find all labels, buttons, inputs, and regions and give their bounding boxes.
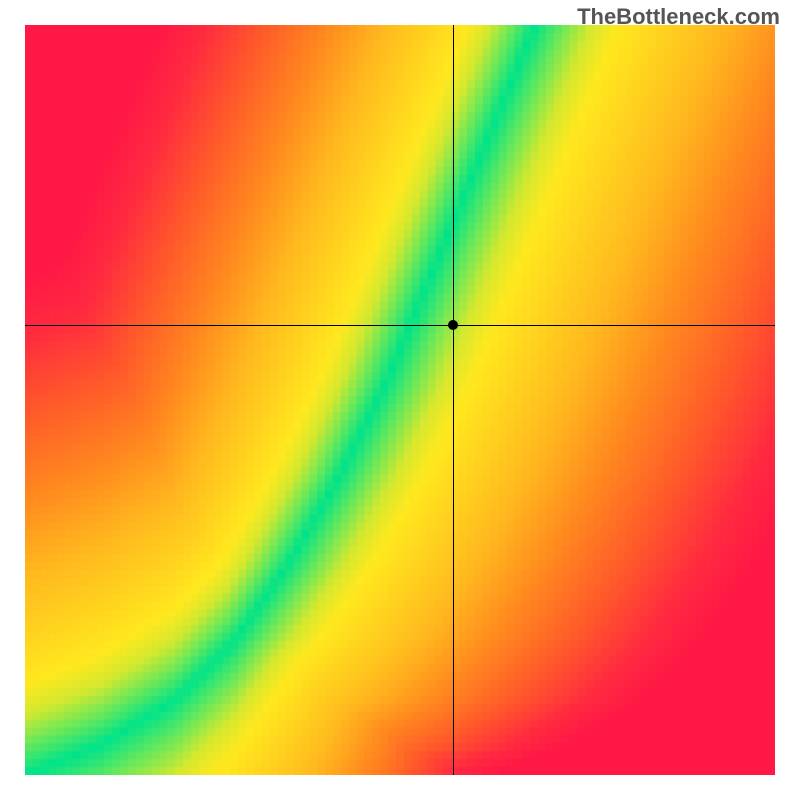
crosshair-horizontal xyxy=(25,325,775,326)
watermark-text: TheBottleneck.com xyxy=(577,4,780,30)
chart-container: TheBottleneck.com xyxy=(0,0,800,800)
crosshair-vertical xyxy=(453,25,454,775)
plot-area xyxy=(25,25,775,775)
data-point-marker xyxy=(448,320,458,330)
heatmap-canvas xyxy=(25,25,775,775)
